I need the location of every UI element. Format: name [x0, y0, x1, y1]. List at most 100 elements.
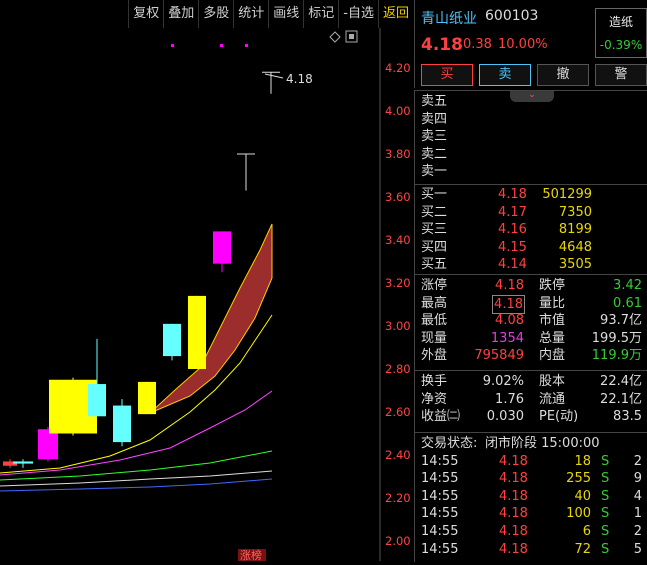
tick-row: 14:55 4.18 100 S 1: [415, 505, 647, 523]
sector-box[interactable]: 造纸 -0.39%: [595, 8, 647, 58]
toolbar-back[interactable]: 返回: [377, 0, 413, 28]
ask-label: 卖三: [421, 129, 448, 145]
current-volume-value: 1354: [490, 330, 524, 346]
bid-row[interactable]: 买四 4.15 4648: [415, 239, 647, 257]
stat-row: 涨停 4.18 跌停 3.42: [415, 277, 647, 295]
axis-label: 3.20: [385, 276, 411, 290]
tick-panel: 交易状态: 闭市阶段 15:00:00 14:55 4.18 18 S 2 14:55 4.…: [414, 432, 647, 562]
outer-volume-value: 795849: [474, 348, 524, 364]
share-capital-value: 22.4亿: [600, 374, 642, 389]
axis-label: 4.00: [385, 104, 411, 118]
action-row: 买 卖 撤 警: [421, 64, 647, 86]
ask-label: 卖五: [421, 94, 448, 109]
ma-white: [0, 470, 273, 487]
tick-volume: 100: [566, 506, 591, 522]
toolbar-biaoji[interactable]: 标记: [303, 0, 338, 28]
tick-price: 4.18: [499, 541, 528, 557]
stat-label: 收益㈡: [421, 409, 461, 425]
float-capital-value: 22.1亿: [600, 391, 642, 407]
candle-body: [138, 381, 156, 415]
stat-label: 量比: [539, 295, 566, 311]
toolbar-diejia[interactable]: 叠加: [163, 0, 198, 28]
toolbar-fuquan[interactable]: 复权: [128, 0, 163, 28]
tick-time: 14:55: [421, 541, 459, 557]
axis-label: 2.00: [385, 534, 411, 548]
tick-count: 2: [633, 453, 642, 469]
alert-button[interactable]: 警: [595, 64, 647, 86]
tick-side: S: [601, 471, 610, 487]
stat-label: 现量: [421, 330, 448, 346]
signal-marker: [171, 44, 174, 47]
bid-label: 买四: [421, 239, 448, 255]
tick-volume: 72: [574, 541, 591, 557]
stat-row: 净资 1.76 流通 22.1亿: [415, 391, 647, 409]
stock-header: 青山纸业 600103 4.18 0.38 10.00% 造纸 -0.39% 买…: [414, 0, 647, 88]
window-toggle-icon[interactable]: [345, 30, 358, 43]
axis-label: 3.60: [385, 190, 411, 204]
tick-price: 4.18: [499, 453, 528, 469]
stat-row: 最低 4.08 市值 93.7亿: [415, 312, 647, 330]
candle-body: [13, 461, 33, 464]
candle-body: [38, 429, 58, 460]
ask-row: 卖一: [415, 163, 647, 181]
tick-time: 14:55: [421, 453, 459, 469]
ma-blue: [0, 478, 273, 492]
high-price-label: 4.18: [286, 72, 313, 86]
sell-button[interactable]: 卖: [479, 64, 531, 86]
high-price-marker: 4.18: [264, 72, 313, 86]
inner-volume-value: 119.9万: [591, 348, 642, 364]
bid-label: 买一: [421, 187, 448, 202]
toolbar-zixuan[interactable]: -自选: [338, 0, 378, 28]
bid-label: 买五: [421, 257, 448, 273]
price-change: 0.38: [463, 37, 492, 52]
candle-body: [213, 231, 231, 264]
total-volume-value: 199.5万: [591, 330, 642, 346]
bottom-tag: 涨榜: [240, 548, 262, 561]
tick-price: 4.18: [499, 471, 528, 487]
limit-up-value: 4.18: [495, 278, 524, 293]
bid-price: 4.18: [498, 187, 527, 202]
ask-row: 卖三: [415, 128, 647, 146]
pe-value: 83.5: [613, 409, 642, 425]
ask-row: 卖五: [415, 93, 647, 111]
toolbar-tongji[interactable]: 统计: [233, 0, 268, 28]
tick-row: 14:55 4.18 6 S 2: [415, 523, 647, 541]
ask-book: 卖五 卖四 卖三 卖二 卖一: [414, 90, 647, 186]
cancel-order-button[interactable]: 撤: [537, 64, 589, 86]
tick-price: 4.18: [499, 523, 528, 539]
ask-row: 卖四: [415, 111, 647, 129]
tick-volume: 6: [582, 523, 591, 539]
bid-volume: 501299: [542, 187, 592, 202]
bid-row[interactable]: 买三 4.16 8199: [415, 221, 647, 239]
bid-price: 4.17: [498, 204, 527, 220]
tick-count: 2: [633, 523, 642, 539]
candle-body: [113, 405, 131, 443]
stock-name[interactable]: 青山纸业: [421, 8, 477, 28]
bid-price: 4.14: [498, 257, 527, 273]
turnover-value: 9.02%: [482, 374, 524, 389]
fundamental-stats: 换手 9.02% 股本 22.4亿 净资 1.76 流通 22.1亿 收益㈡ 0.030 PE(…: [414, 370, 647, 433]
bid-row[interactable]: 买一 4.18 501299: [415, 186, 647, 204]
candle-body: [88, 384, 106, 417]
stat-row: 外盘 795849 内盘 119.9万: [415, 347, 647, 365]
stat-row: 收益㈡ 0.030 PE(动) 83.5: [415, 408, 647, 426]
toolbar-huaxian[interactable]: 画线: [268, 0, 303, 28]
diamond-icon[interactable]: [329, 31, 341, 43]
volume-ratio-value: 0.61: [613, 295, 642, 311]
chart-toolbar: 复权 叠加 多股 统计 画线 标记 -自选 返回: [0, 0, 413, 28]
ask-label: 卖一: [421, 164, 448, 180]
bid-row[interactable]: 买五 4.14 3505: [415, 256, 647, 274]
kline-chart[interactable]: 4.20 4.00 3.80 3.60 3.40 3.20 3.00 2.80 …: [0, 28, 413, 562]
bid-row[interactable]: 买二 4.17 7350: [415, 204, 647, 222]
tick-time: 14:55: [421, 488, 459, 504]
buy-button[interactable]: 买: [421, 64, 473, 86]
tick-price: 4.18: [499, 488, 528, 504]
axis-label: 2.80: [385, 362, 411, 376]
bid-label: 买二: [421, 204, 448, 220]
toolbar-duogu[interactable]: 多股: [198, 0, 233, 28]
axis-label: 3.00: [385, 319, 411, 333]
stat-row: 换手 9.02% 股本 22.4亿: [415, 373, 647, 391]
bid-label: 买三: [421, 222, 448, 238]
sector-pct: -0.39%: [599, 38, 643, 52]
tick-time: 14:55: [421, 506, 459, 522]
